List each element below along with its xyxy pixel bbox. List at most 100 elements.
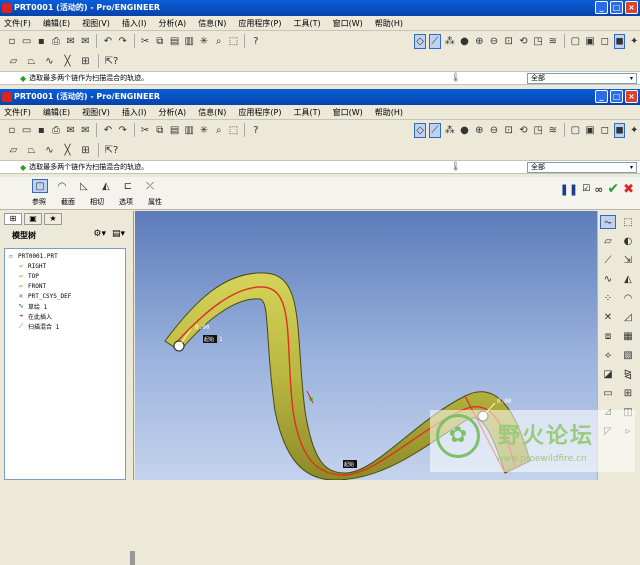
menu-info[interactable]: 信息(N) <box>198 107 226 118</box>
variable-sweep-icon[interactable]: ⇲ <box>620 253 636 267</box>
selection-filter[interactable]: 全部 ▾ <box>527 73 637 84</box>
menu-insert[interactable]: 插入(I) <box>122 18 147 29</box>
maximize-button[interactable]: □ <box>610 1 623 14</box>
curve-tool-icon[interactable]: ∿ <box>42 143 57 158</box>
tab-properties[interactable]: 属性 <box>148 197 162 207</box>
minimize-button[interactable]: _ <box>595 1 608 14</box>
saved-views-icon[interactable]: ◳ <box>532 123 544 138</box>
menu-window[interactable]: 窗口(W) <box>333 107 363 118</box>
edit-tool-icon[interactable]: ⏢ <box>24 54 39 69</box>
thicken-icon[interactable]: ◭ <box>98 179 114 193</box>
remove-material-icon[interactable]: ◺ <box>76 179 92 193</box>
hole-tool-icon[interactable]: ◪ <box>600 367 616 381</box>
pattern-tool-icon[interactable]: ⊞ <box>78 54 93 69</box>
save-icon[interactable]: ▪ <box>35 34 47 49</box>
chamfer-tool-icon[interactable]: ◿ <box>620 310 636 324</box>
preview-checkbox[interactable]: ☑ <box>582 184 590 194</box>
hidden-line-icon[interactable]: ▣ <box>584 34 596 49</box>
find-icon[interactable]: ⌕ <box>213 123 225 138</box>
whats-this-icon[interactable]: ⇱? <box>104 54 119 69</box>
redo-icon[interactable]: ↷ <box>117 123 129 138</box>
tab-options[interactable]: 选项 <box>119 197 133 207</box>
layers-icon[interactable]: ≋ <box>547 34 559 49</box>
reorient-icon[interactable]: ⟲ <box>518 34 530 49</box>
menu-help[interactable]: 帮助(H) <box>375 18 403 29</box>
zoom-out-icon[interactable]: ⊖ <box>488 123 500 138</box>
surface-icon[interactable]: ◠ <box>54 179 70 193</box>
shaded-icon[interactable]: ◼ <box>613 122 626 138</box>
redo-icon[interactable]: ↷ <box>117 34 129 49</box>
zoom-in-icon[interactable]: ⊕ <box>473 34 485 49</box>
email-link-icon[interactable]: ✉ <box>80 123 92 138</box>
datum-point-tool-icon[interactable]: ⁘ <box>600 291 616 305</box>
select-box-icon[interactable]: ⬚ <box>228 123 240 138</box>
context-help-icon[interactable]: ? <box>250 34 262 49</box>
title-bar[interactable]: PRT0001 (活动的) - Pro/ENGINEER _ □ × <box>0 0 640 16</box>
find-icon[interactable]: ⌕ <box>213 34 225 49</box>
email-link-icon[interactable]: ✉ <box>80 34 92 49</box>
swept-blend-tool-icon[interactable]: ◭ <box>620 272 636 286</box>
whats-this-icon[interactable]: ⇱? <box>104 143 119 158</box>
ok-check-icon[interactable]: ✔ <box>607 181 619 197</box>
sketch-datum-icon[interactable]: ⏦ <box>600 215 616 229</box>
menu-help[interactable]: 帮助(H) <box>375 107 403 118</box>
thin-icon[interactable]: ⊏ <box>120 179 136 193</box>
cut-icon[interactable]: ✂ <box>139 123 151 138</box>
datum-plane-display-icon[interactable]: ◇ <box>414 122 426 138</box>
email-icon[interactable]: ✉ <box>65 123 77 138</box>
round-tool-icon[interactable]: ◠ <box>620 291 636 305</box>
menu-applications[interactable]: 应用程序(P) <box>238 107 281 118</box>
revolve-tool-icon[interactable]: ◐ <box>620 234 636 248</box>
spin-center-icon[interactable]: ✦ <box>628 123 640 138</box>
extrude-tool-icon[interactable]: ⬚ <box>620 215 636 229</box>
tab-references[interactable]: 参照 <box>32 197 46 207</box>
paste-icon[interactable]: ▤ <box>169 34 181 49</box>
saved-views-icon[interactable]: ◳ <box>532 34 544 49</box>
regenerate-icon[interactable]: ✳ <box>198 34 210 49</box>
copy-icon[interactable]: ⧉ <box>154 123 166 138</box>
chevron-down-icon[interactable]: ▾ <box>627 163 636 172</box>
axis-tool-icon[interactable]: ╳ <box>60 143 75 158</box>
curve-tool-icon[interactable]: ∿ <box>42 54 57 69</box>
menu-edit[interactable]: 编辑(E) <box>43 18 70 29</box>
analysis-tool-icon[interactable]: ⧈ <box>600 329 616 343</box>
edit-tool-icon[interactable]: ⏢ <box>24 143 39 158</box>
chevron-down-icon[interactable]: ▾ <box>627 74 636 83</box>
menu-tools[interactable]: 工具(T) <box>294 107 321 118</box>
zoom-out-icon[interactable]: ⊖ <box>488 34 500 49</box>
paste-icon[interactable]: ▤ <box>169 123 181 138</box>
analysis-tool-2-icon[interactable]: ⟡ <box>600 348 616 362</box>
tree-item-csys[interactable]: ✕ PRT_CSYS_DEF <box>7 291 123 301</box>
sketch-tool-icon[interactable]: ⏥ <box>6 54 21 69</box>
datum-plane-display-icon[interactable]: ◇ <box>414 33 426 49</box>
select-box-icon[interactable]: ⬚ <box>228 34 240 49</box>
flip-icon[interactable]: ⤫ <box>142 179 158 193</box>
spin-center-icon[interactable]: ✦ <box>628 34 640 49</box>
panel-sash-handle[interactable] <box>130 551 135 565</box>
minimize-button[interactable]: _ <box>595 90 608 103</box>
pause-icon[interactable]: ❚❚ <box>560 183 578 196</box>
model-tree-tab-icon[interactable]: ⊞ <box>4 213 22 225</box>
cut-icon[interactable]: ✂ <box>139 34 151 49</box>
paste-special-icon[interactable]: ▥ <box>183 123 195 138</box>
glasses-preview-icon[interactable]: ∞ <box>594 183 603 196</box>
new-file-icon[interactable]: ▫ <box>6 123 18 138</box>
wireframe-icon[interactable]: ▢ <box>569 123 581 138</box>
shading-icon[interactable]: ● <box>459 34 471 49</box>
new-file-icon[interactable]: ▫ <box>6 34 18 49</box>
tree-item-top[interactable]: ▱ TOP <box>7 271 123 281</box>
layers-icon[interactable]: ≋ <box>547 123 559 138</box>
title-bar[interactable]: PRT0001 (活动的) - Pro/ENGINEER _ □ × <box>0 89 640 105</box>
zoom-in-icon[interactable]: ⊕ <box>473 123 485 138</box>
cancel-x-icon[interactable]: ✖ <box>623 182 634 197</box>
pattern-tool-icon[interactable]: ⊞ <box>78 143 93 158</box>
menu-tools[interactable]: 工具(T) <box>294 18 321 29</box>
menu-window[interactable]: 窗口(W) <box>333 18 363 29</box>
tree-settings-icon[interactable]: ⚙▾ <box>93 229 106 239</box>
menu-view[interactable]: 视图(V) <box>82 18 110 29</box>
context-help-icon[interactable]: ? <box>250 123 262 138</box>
tree-item-insert-here[interactable]: ➜ 在此插入 <box>7 311 123 321</box>
trim-tool-icon[interactable]: ▧ <box>620 348 636 362</box>
refit-icon[interactable]: ⊡ <box>503 34 515 49</box>
tree-item-right[interactable]: ▱ RIGHT <box>7 261 123 271</box>
